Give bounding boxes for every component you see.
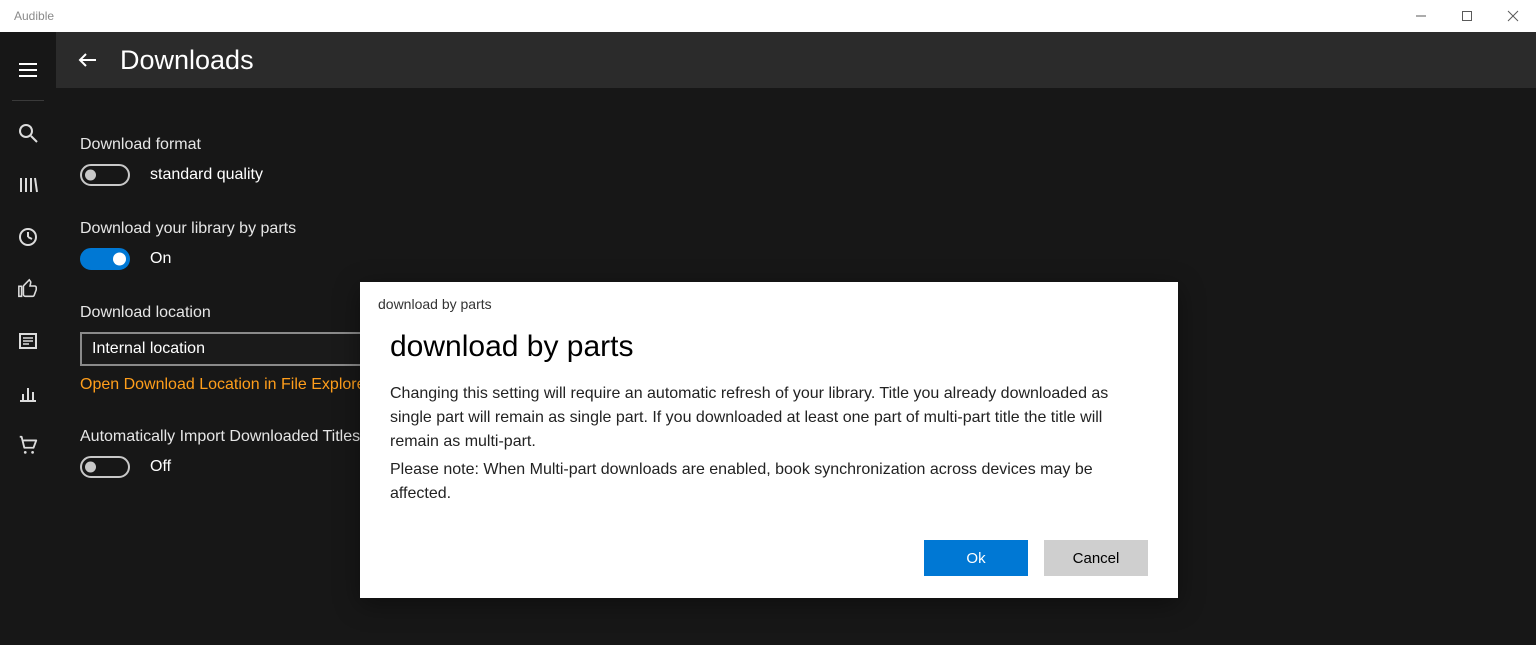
hamburger-icon — [17, 59, 39, 81]
dialog-title: download by parts — [390, 330, 1148, 364]
back-button[interactable] — [74, 46, 102, 74]
download-format-toggle[interactable] — [80, 164, 130, 186]
back-arrow-icon — [76, 48, 100, 72]
download-format-setting: Download format standard quality — [80, 136, 1536, 186]
dialog-small-title: download by parts — [360, 282, 1178, 312]
dialog-paragraph-2: Please note: When Multi-part downloads a… — [390, 458, 1148, 506]
open-download-location-link[interactable]: Open Download Location in File Explorer — [80, 376, 371, 394]
minimize-icon — [1415, 10, 1427, 22]
window-maximize-button[interactable] — [1444, 0, 1490, 32]
sidebar-clock-button[interactable] — [4, 213, 52, 261]
download-location-selected: Internal location — [92, 340, 205, 358]
dialog-actions: Ok Cancel — [360, 532, 1178, 598]
close-icon — [1507, 10, 1519, 22]
sidebar-library-button[interactable] — [4, 161, 52, 209]
download-format-label: Download format — [80, 136, 1536, 154]
download-by-parts-dialog: download by parts download by parts Chan… — [360, 282, 1178, 598]
sidebar-search-button[interactable] — [4, 109, 52, 157]
window-close-button[interactable] — [1490, 0, 1536, 32]
download-format-value: standard quality — [150, 166, 263, 184]
sidebar-news-button[interactable] — [4, 317, 52, 365]
ok-button[interactable]: Ok — [924, 540, 1028, 576]
page-title: Downloads — [120, 45, 254, 76]
download-by-parts-toggle[interactable] — [80, 248, 130, 270]
sidebar-thumbsup-button[interactable] — [4, 265, 52, 313]
dialog-paragraph-1: Changing this setting will require an au… — [390, 382, 1148, 454]
search-icon — [17, 122, 39, 144]
cancel-button[interactable]: Cancel — [1044, 540, 1148, 576]
clock-icon — [17, 226, 39, 248]
download-by-parts-setting: Download your library by parts On — [80, 220, 1536, 270]
auto-import-value: Off — [150, 458, 171, 476]
news-icon — [17, 330, 39, 352]
sidebar-divider — [12, 100, 44, 101]
page-header: Downloads — [56, 32, 1536, 88]
auto-import-toggle[interactable] — [80, 456, 130, 478]
window-titlebar: Audible — [0, 0, 1536, 32]
download-by-parts-label: Download your library by parts — [80, 220, 1536, 238]
maximize-icon — [1461, 10, 1473, 22]
download-by-parts-value: On — [150, 250, 171, 268]
window-title: Audible — [0, 9, 54, 23]
sidebar — [0, 32, 56, 645]
cart-icon — [17, 434, 39, 456]
library-icon — [17, 174, 39, 196]
window-minimize-button[interactable] — [1398, 0, 1444, 32]
stats-icon — [17, 382, 39, 404]
sidebar-cart-button[interactable] — [4, 421, 52, 469]
sidebar-menu-button[interactable] — [4, 46, 52, 94]
sidebar-stats-button[interactable] — [4, 369, 52, 417]
thumbs-up-icon — [17, 278, 39, 300]
